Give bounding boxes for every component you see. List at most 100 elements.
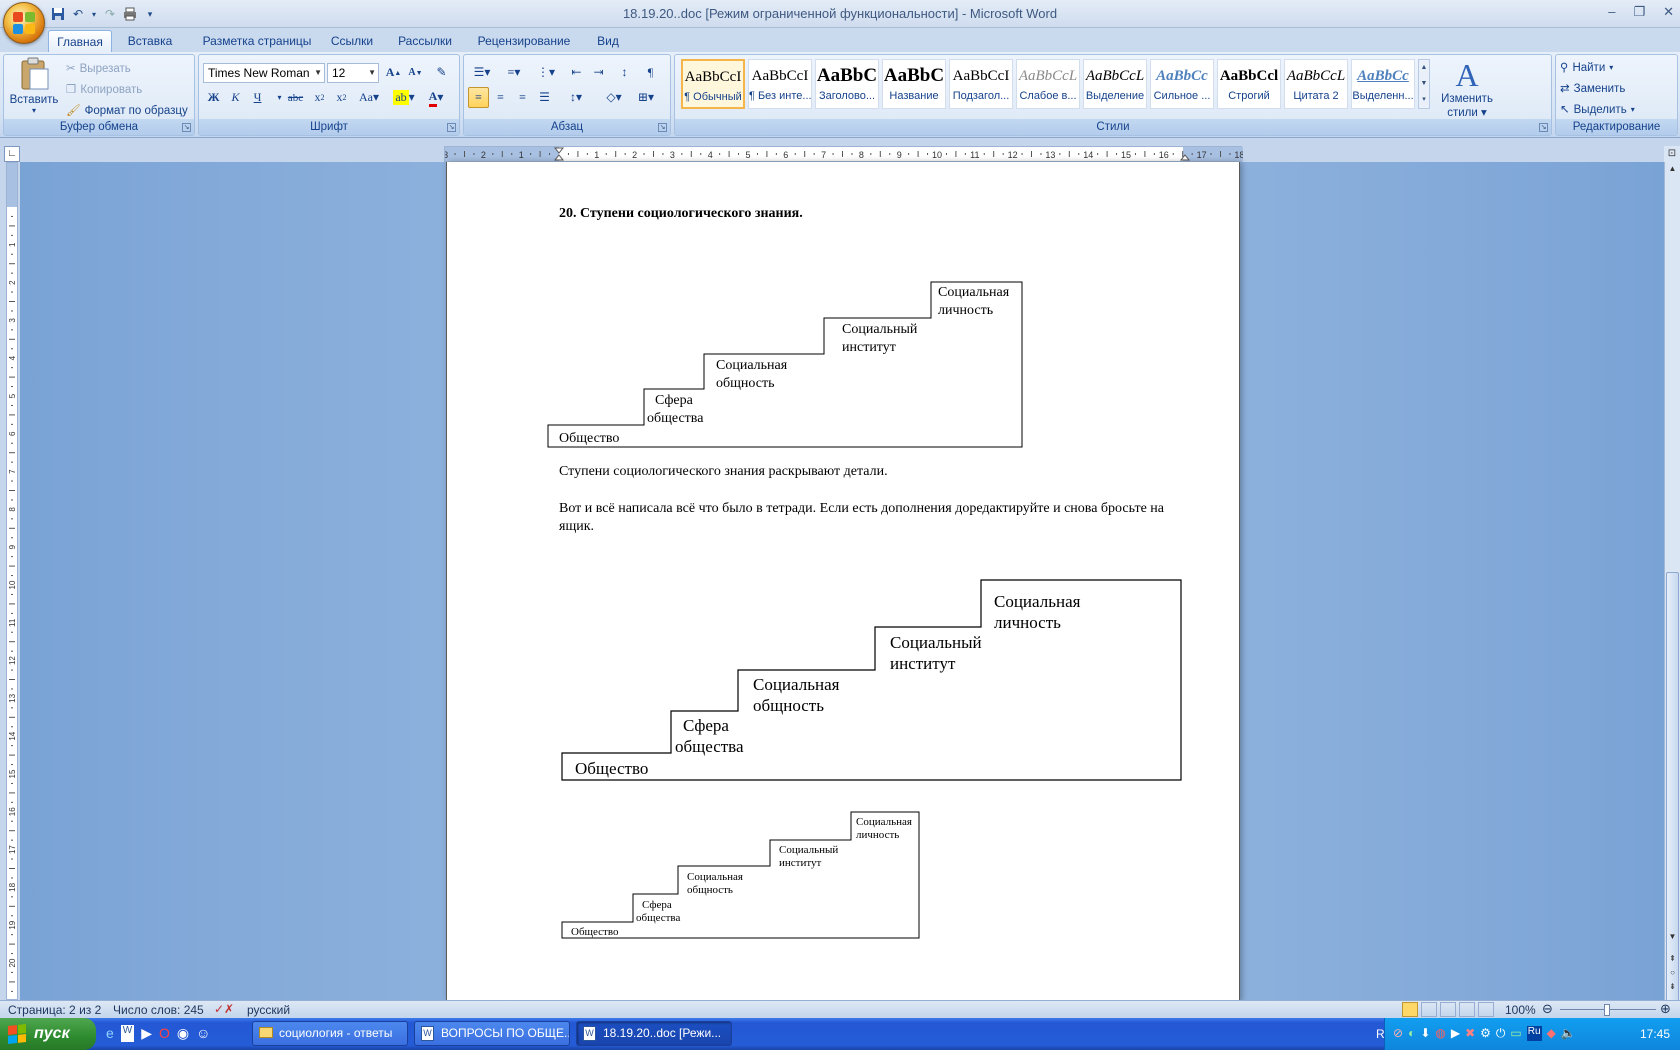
- strikethrough-icon[interactable]: abc: [285, 87, 306, 108]
- superscript-icon[interactable]: x2: [331, 87, 352, 108]
- shrink-font-icon[interactable]: A ▼: [405, 62, 426, 83]
- zoom-slider-thumb[interactable]: [1604, 1004, 1610, 1016]
- word-count[interactable]: Число слов: 245: [113, 1003, 204, 1017]
- web-layout-icon[interactable]: [1440, 1002, 1456, 1017]
- copy-button[interactable]: ❐ Копировать: [66, 80, 142, 100]
- align-center-icon[interactable]: ≡: [490, 87, 511, 108]
- style-intense-quote[interactable]: AaBbCc Выделенн...: [1351, 59, 1415, 109]
- language[interactable]: русский: [247, 1003, 290, 1017]
- tab-references[interactable]: Ссылки: [322, 30, 382, 52]
- media-icon[interactable]: ▶: [1451, 1026, 1460, 1041]
- show-marks-icon[interactable]: ¶: [640, 62, 661, 83]
- increase-indent-icon[interactable]: ⇥: [588, 62, 609, 83]
- volume-icon[interactable]: 🔈: [1561, 1026, 1576, 1041]
- styles-scroll[interactable]: ▲ ▼ ▾: [1418, 59, 1430, 109]
- font-color-icon[interactable]: A ▾: [421, 87, 451, 108]
- language-bar-icon[interactable]: Ru: [1526, 1026, 1542, 1041]
- minimize-icon[interactable]: –: [1608, 4, 1615, 20]
- style-title[interactable]: AaBbC Название: [882, 59, 946, 109]
- tab-selector-icon[interactable]: ∟: [4, 146, 20, 162]
- highlight-icon[interactable]: ab ▾: [389, 87, 419, 108]
- messenger-icon[interactable]: ☺: [196, 1025, 210, 1042]
- vertical-scrollbar[interactable]: ▲ ▼ ⇞ ○ ⇟: [1664, 162, 1680, 1008]
- download-icon[interactable]: ⬇: [1420, 1026, 1430, 1041]
- opera-icon[interactable]: O: [159, 1025, 170, 1042]
- tab-mailings[interactable]: Рассылки: [390, 30, 460, 52]
- antivirus-icon[interactable]: ◆: [1547, 1026, 1556, 1041]
- office-button[interactable]: [3, 2, 45, 44]
- style-subtle-emphasis[interactable]: AaBbCcL Слабое в...: [1016, 59, 1080, 109]
- zoom-out-icon[interactable]: ⊖: [1542, 1001, 1553, 1017]
- find-button[interactable]: ⚲ Найти ▾: [1560, 58, 1613, 78]
- network-icon[interactable]: ⊘: [1393, 1026, 1403, 1041]
- paragraph-launcher-icon[interactable]: ↘: [658, 123, 667, 132]
- justify-icon[interactable]: ☰: [534, 87, 555, 108]
- tab-review[interactable]: Рецензирование: [470, 30, 578, 52]
- horizontal-ruler[interactable]: 3 2 1 1 2 3 4 5 6 7 8 9 10 11 12 13 14 15 16 17 18: [443, 146, 1244, 162]
- browser-icon[interactable]: ◉: [177, 1025, 189, 1042]
- tab-home[interactable]: Главная: [48, 30, 112, 52]
- font-name-combo[interactable]: Times New Roman ▼: [203, 63, 325, 83]
- styles-launcher-icon[interactable]: ↘: [1539, 123, 1548, 132]
- close-icon[interactable]: ✕: [1663, 4, 1674, 20]
- style-strong[interactable]: AaBbCcl Строгий: [1217, 59, 1281, 109]
- view-ruler-icon[interactable]: ⊡: [1664, 146, 1680, 162]
- spellcheck-icon[interactable]: ✓✗: [214, 1002, 234, 1016]
- outline-icon[interactable]: [1459, 1002, 1475, 1017]
- align-right-icon[interactable]: ≡: [512, 87, 533, 108]
- style-normal[interactable]: AaBbCcI ¶ Обычный: [681, 59, 745, 109]
- subscript-icon[interactable]: x2: [309, 87, 330, 108]
- numbering-icon[interactable]: ≡▾: [500, 62, 528, 83]
- tab-view[interactable]: Вид: [586, 30, 630, 52]
- change-styles-button[interactable]: A Изменить стили ▾: [1435, 57, 1499, 119]
- style-emphasis[interactable]: AaBbCcL Выделение: [1083, 59, 1147, 109]
- print-layout-icon[interactable]: [1402, 1002, 1418, 1017]
- tab-insert[interactable]: Вставка: [118, 30, 182, 52]
- bold-button[interactable]: Ж: [203, 87, 224, 108]
- italic-button[interactable]: К: [225, 87, 246, 108]
- scroll-up-icon[interactable]: ▲: [1666, 164, 1679, 177]
- browse-object-icon[interactable]: ⇞ ○ ⇟: [1666, 952, 1679, 994]
- change-case-icon[interactable]: Aa▾: [355, 87, 383, 108]
- font-launcher-icon[interactable]: ↘: [447, 123, 456, 132]
- taskbar-item-folder[interactable]: социология - ответы: [252, 1021, 408, 1046]
- sort-icon[interactable]: ↕: [614, 62, 635, 83]
- select-button[interactable]: ↖ Выделить ▾: [1560, 100, 1635, 120]
- shading-icon[interactable]: ◇▾: [600, 87, 628, 108]
- scroll-down-icon[interactable]: ▼: [1666, 932, 1679, 945]
- style-intense-emphasis[interactable]: AaBbCc Сильное ...: [1150, 59, 1214, 109]
- battery-icon[interactable]: ▭: [1510, 1026, 1521, 1041]
- security-icon[interactable]: ✖: [1465, 1026, 1475, 1041]
- taskbar-item-word-questions[interactable]: W ВОПРОСЫ ПО ОБЩЕ...: [414, 1021, 570, 1046]
- update-icon[interactable]: ◐: [1408, 1026, 1415, 1041]
- vertical-ruler[interactable]: 1 2 3 4 5 6 7 8 9 10 11 12 13 14 15 16 17 18 19 20: [6, 162, 18, 1000]
- restore-icon[interactable]: ❐: [1633, 4, 1645, 20]
- start-button[interactable]: пуск: [0, 1018, 96, 1050]
- decrease-indent-icon[interactable]: ⇤: [566, 62, 587, 83]
- word-icon[interactable]: W: [120, 1025, 135, 1042]
- format-painter-button[interactable]: 🖌 Формат по образцу: [66, 101, 188, 121]
- media-player-icon[interactable]: ▶: [141, 1025, 152, 1042]
- align-left-icon[interactable]: ≡: [468, 87, 489, 108]
- page-count[interactable]: Страница: 2 из 2: [8, 1003, 101, 1017]
- cut-button[interactable]: ✂ Вырезать: [66, 59, 131, 79]
- settings-icon[interactable]: ⚙: [1480, 1026, 1491, 1041]
- clear-formatting-icon[interactable]: ✎: [431, 62, 452, 83]
- style-heading-1[interactable]: AaBbC Заголово...: [815, 59, 879, 109]
- font-size-combo[interactable]: 12 ▼: [327, 63, 379, 83]
- multilevel-list-icon[interactable]: ⋮▾: [532, 62, 560, 83]
- replace-button[interactable]: ⇄ Заменить: [1560, 79, 1625, 99]
- zoom-in-icon[interactable]: ⊕: [1660, 1001, 1671, 1017]
- sync-icon[interactable]: ◍: [1435, 1026, 1445, 1041]
- power-icon[interactable]: ⏻: [1496, 1026, 1506, 1041]
- clipboard-launcher-icon[interactable]: ↘: [182, 123, 191, 132]
- tab-page-layout[interactable]: Разметка страницы: [192, 30, 322, 52]
- taskbar-item-word-current[interactable]: W 18.19.20..doc [Режи...: [576, 1021, 732, 1046]
- ie-icon[interactable]: e: [106, 1025, 114, 1042]
- line-spacing-icon[interactable]: ↕▾: [562, 87, 590, 108]
- full-screen-reading-icon[interactable]: [1421, 1002, 1437, 1017]
- underline-button[interactable]: Ч: [247, 87, 268, 108]
- bullets-icon[interactable]: ☰▾: [468, 62, 496, 83]
- style-no-spacing[interactable]: AaBbCcI ¶ Без инте...: [748, 59, 812, 109]
- style-subtitle[interactable]: AaBbCcI Подзагол...: [949, 59, 1013, 109]
